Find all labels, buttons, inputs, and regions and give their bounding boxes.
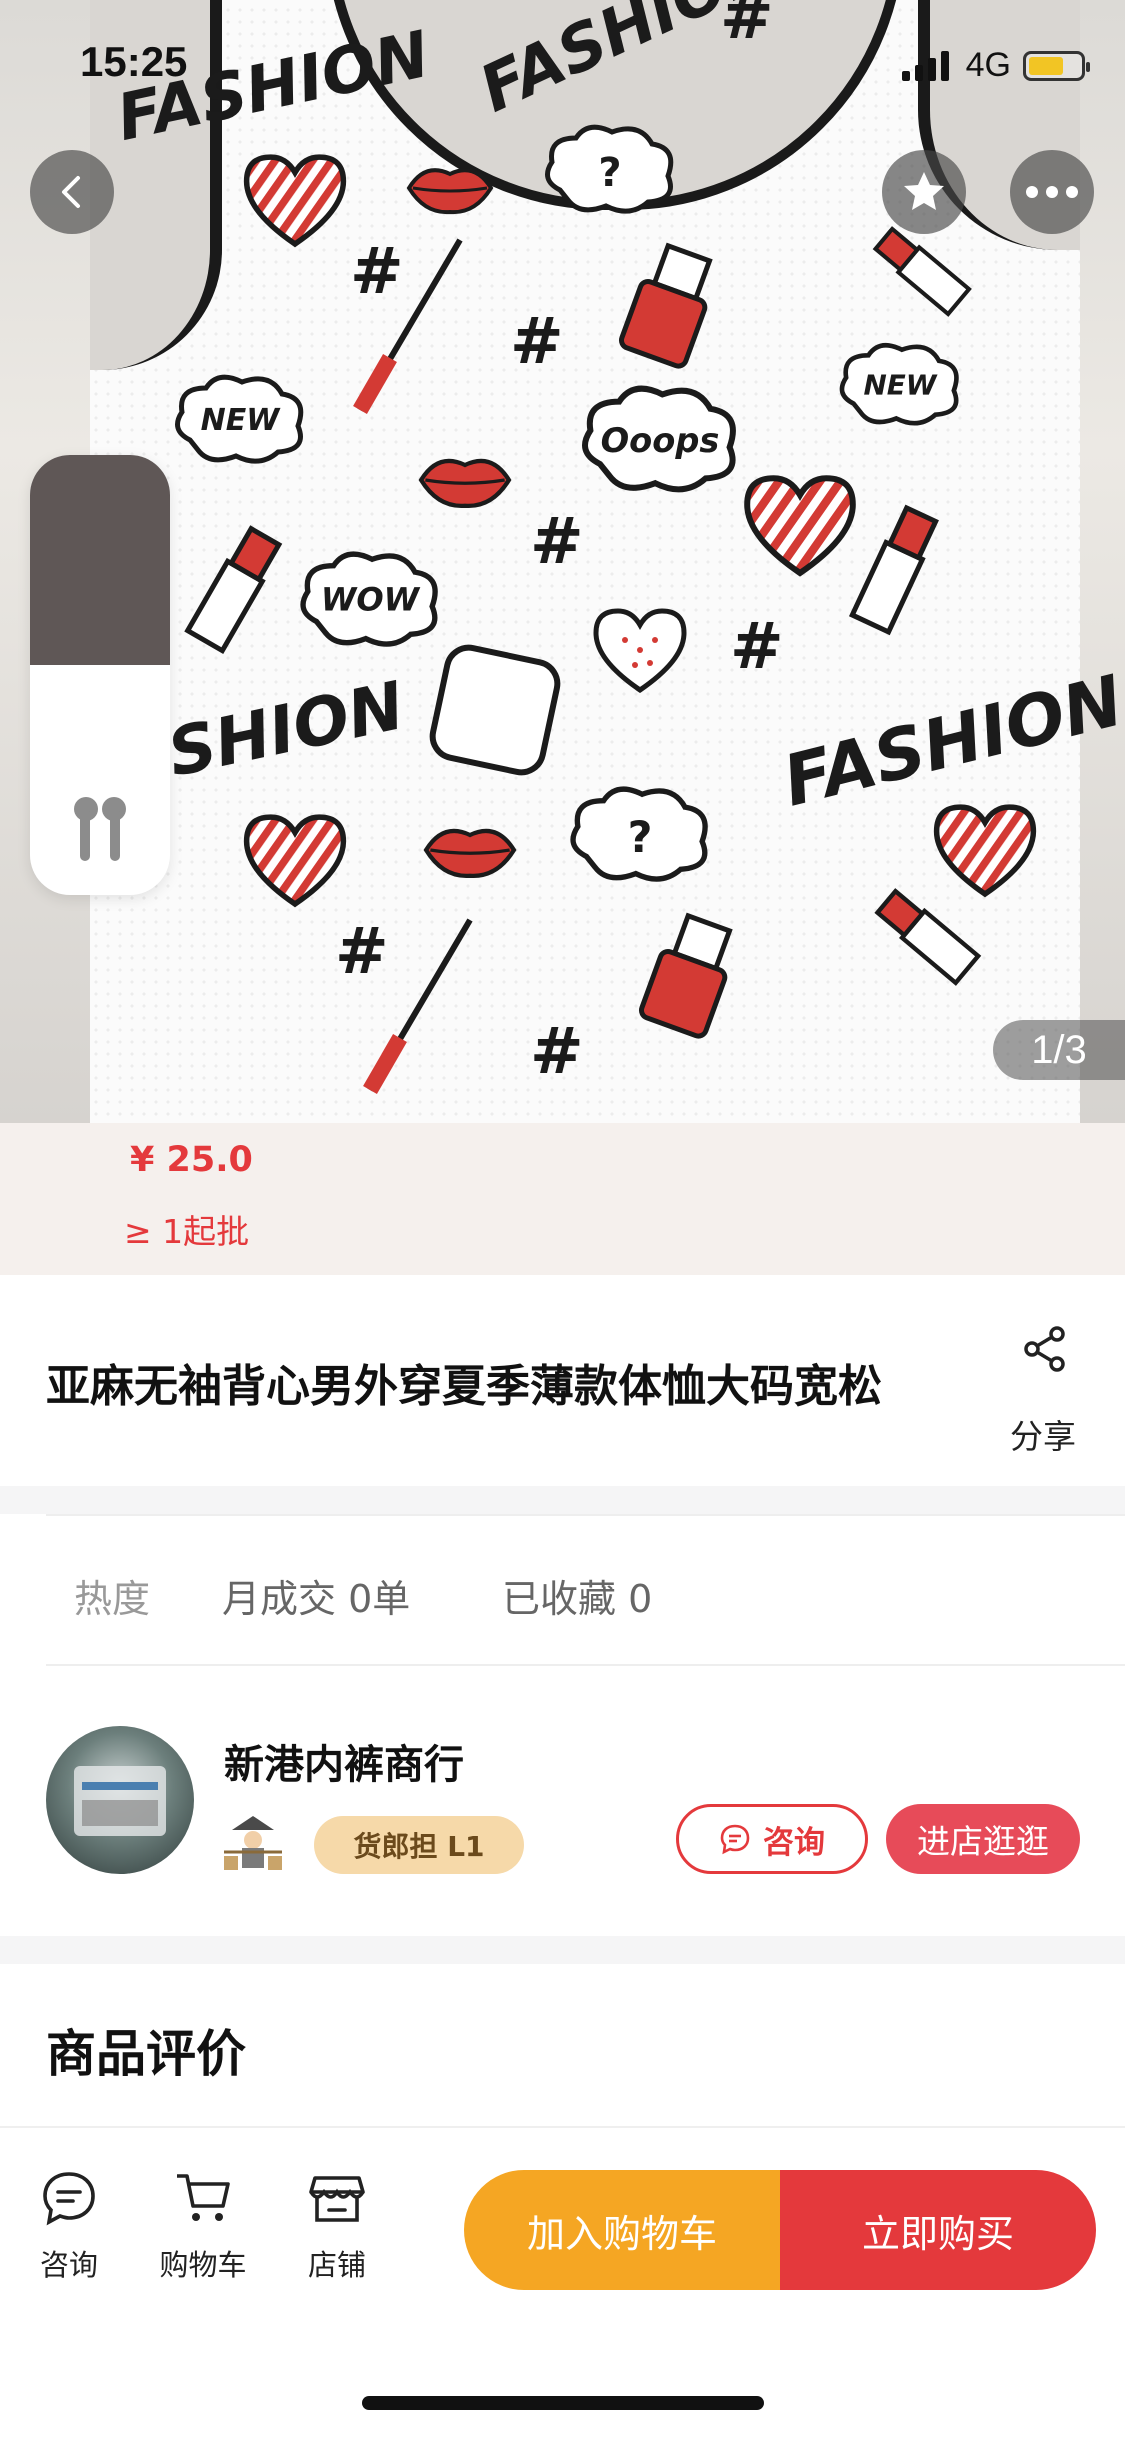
price-value: ¥ 25.0 bbox=[130, 1140, 253, 1180]
back-button[interactable] bbox=[30, 150, 114, 234]
print-new-cloud: NEW bbox=[175, 374, 304, 464]
airpods-battery-overlay bbox=[30, 455, 170, 895]
print-compact bbox=[429, 644, 561, 776]
chevron-left-icon bbox=[62, 176, 80, 208]
print-new-cloud: NEW bbox=[839, 342, 959, 426]
chat-bubble-icon bbox=[43, 2172, 95, 2226]
print-lips bbox=[406, 168, 494, 215]
share-button[interactable] bbox=[1010, 1325, 1080, 1377]
print-fashion-text: FASHION bbox=[775, 659, 1125, 823]
bottom-store-button[interactable]: 店铺 bbox=[282, 2168, 392, 2284]
print-ooops-cloud: Ooops bbox=[582, 385, 736, 493]
store-icon bbox=[309, 2176, 365, 2222]
svg-text:?: ? bbox=[598, 150, 621, 196]
print-lipstick bbox=[874, 888, 982, 986]
print-question-cloud: ? bbox=[570, 786, 708, 882]
shop-consult-button[interactable]: 咨询 bbox=[676, 1804, 868, 1874]
bottom-store-label: 店铺 bbox=[307, 2248, 366, 2282]
share-icon bbox=[1024, 1326, 1065, 1372]
print-hash: # bbox=[530, 1015, 584, 1089]
print-hash: # bbox=[335, 915, 389, 989]
merchant-peddler-icon bbox=[224, 1816, 282, 1870]
print-lipstick bbox=[848, 504, 939, 636]
print-hash: # bbox=[720, 0, 774, 54]
home-indicator[interactable] bbox=[362, 2396, 764, 2410]
svg-text:NEW: NEW bbox=[201, 403, 282, 438]
print-heart bbox=[243, 154, 347, 248]
divider bbox=[46, 1664, 1125, 1666]
add-to-cart-button[interactable]: 加入购物车 bbox=[464, 2170, 780, 2290]
svg-text:WOW: WOW bbox=[321, 581, 421, 619]
product-image-gallery[interactable]: FASHION FASHION FASHION FASHION NEW NEW … bbox=[0, 0, 1125, 1123]
status-time: 15:25 bbox=[80, 38, 188, 85]
product-title: 亚麻无袖背心男外穿夏季薄款体恤大码宽松 bbox=[46, 1361, 882, 1412]
reviews-section-title[interactable]: 商品评价 bbox=[46, 2014, 246, 2086]
print-hash: # bbox=[530, 505, 584, 579]
heat-label: 热度 bbox=[74, 1577, 151, 1621]
airpods-icon bbox=[74, 797, 126, 861]
min-order-qty: ≥ 1起批 bbox=[124, 1212, 250, 1251]
favorites-count: 已收藏 0 bbox=[502, 1577, 653, 1621]
cart-icon bbox=[177, 2174, 230, 2221]
svg-text:NEW: NEW bbox=[863, 368, 937, 401]
shop-consult-label: 咨询 bbox=[763, 1824, 825, 1861]
print-heart bbox=[243, 814, 347, 908]
bottom-cart-label: 购物车 bbox=[159, 2248, 247, 2282]
print-lipstick bbox=[184, 525, 283, 655]
favorite-button[interactable] bbox=[882, 150, 966, 234]
print-question-cloud: ? bbox=[545, 124, 674, 214]
print-lips bbox=[423, 828, 517, 878]
svg-text:?: ? bbox=[628, 813, 653, 863]
print-nail-polish bbox=[618, 242, 713, 369]
airpods-level-fill bbox=[30, 455, 170, 665]
chat-bubble-icon bbox=[720, 1824, 750, 1855]
more-dots-icon bbox=[1026, 186, 1078, 198]
buy-now-button[interactable]: 立即购买 bbox=[780, 2170, 1096, 2290]
print-nail-polish bbox=[638, 912, 733, 1039]
shop-name[interactable]: 新港内裤商行 bbox=[224, 1732, 464, 1790]
signal-icon bbox=[901, 50, 949, 81]
print-hash: # bbox=[350, 235, 404, 309]
image-page-indicator: 1/3 bbox=[993, 1020, 1125, 1080]
print-heart bbox=[593, 608, 687, 694]
bottom-consult-button[interactable]: 咨询 bbox=[14, 2168, 124, 2284]
shop-avatar[interactable] bbox=[46, 1726, 194, 1874]
star-icon bbox=[904, 172, 944, 210]
bottom-cart-button[interactable]: 购物车 bbox=[148, 2168, 258, 2284]
merchant-level-badge: 货郎担 L1 bbox=[314, 1816, 524, 1874]
print-hash: # bbox=[730, 610, 784, 684]
print-lips bbox=[418, 458, 512, 508]
section-divider bbox=[0, 1486, 1125, 1514]
section-divider bbox=[0, 1936, 1125, 1964]
divider bbox=[46, 1514, 1125, 1516]
status-icons: 4G bbox=[901, 46, 1090, 85]
visit-shop-button[interactable]: 进店逛逛 bbox=[886, 1804, 1080, 1874]
svg-text:Ooops: Ooops bbox=[601, 421, 720, 460]
print-hash: # bbox=[510, 305, 564, 379]
print-wow-cloud: WOW bbox=[300, 551, 438, 647]
more-button[interactable] bbox=[1010, 150, 1094, 234]
network-type: 4G bbox=[965, 46, 1011, 84]
battery-icon bbox=[1023, 50, 1090, 81]
share-label[interactable]: 分享 bbox=[1010, 1410, 1076, 1458]
bottom-consult-label: 咨询 bbox=[39, 2248, 98, 2282]
monthly-sales: 月成交 0单 bbox=[222, 1577, 411, 1621]
